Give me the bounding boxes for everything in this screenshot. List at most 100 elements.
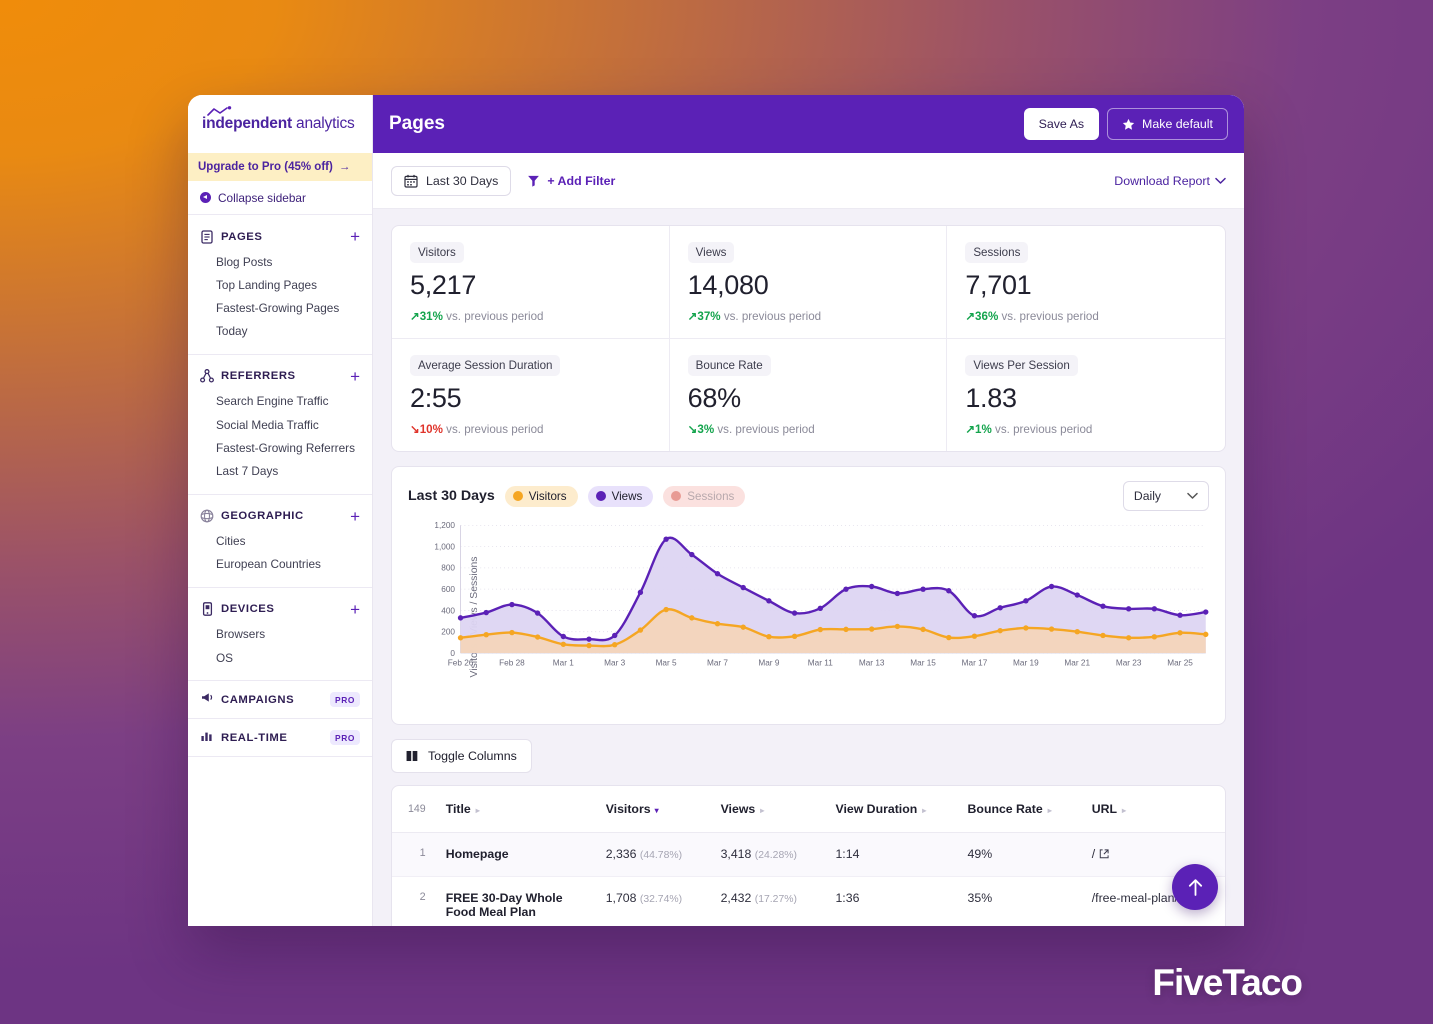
row-title[interactable]: Homepage	[435, 832, 596, 877]
sidebar-item-browsers[interactable]: Browsers	[188, 623, 372, 646]
sidebar-item-fastest-growing-referrers[interactable]: Fastest-Growing Referrers	[188, 436, 372, 459]
column-header-view-duration[interactable]: View Duration ▸	[825, 786, 958, 833]
chart-point[interactable]	[509, 601, 515, 608]
chart-point[interactable]	[612, 632, 618, 639]
column-header-url[interactable]: URL ▸	[1081, 786, 1225, 833]
sidebar-group-header-referrers[interactable]: REFERRERS +	[188, 365, 372, 390]
chart-point[interactable]	[1151, 606, 1158, 612]
chart-point[interactable]	[689, 615, 695, 621]
chart-point[interactable]	[817, 605, 823, 612]
chart-point[interactable]	[1048, 583, 1055, 590]
chart-point[interactable]	[1203, 631, 1209, 638]
add-devices-report-button[interactable]: +	[350, 601, 360, 618]
date-range-picker[interactable]: Last 30 Days	[391, 165, 512, 196]
sidebar-item-campaigns[interactable]: CAMPAIGNS PRO	[188, 681, 372, 720]
chart-point[interactable]	[1177, 612, 1183, 618]
sidebar-item-os[interactable]: OS	[188, 646, 372, 669]
chart-point[interactable]	[586, 642, 592, 649]
chart-point[interactable]	[1074, 629, 1080, 635]
chart-point[interactable]	[1125, 635, 1132, 641]
chart-point[interactable]	[689, 551, 695, 558]
sidebar-item-cities[interactable]: Cities	[188, 530, 372, 553]
chart-point[interactable]	[997, 627, 1003, 634]
table-row[interactable]: 1 Homepage 2,336 (44.78%) 3,418 (24.28%)…	[392, 832, 1225, 877]
external-link-icon[interactable]	[1099, 848, 1109, 862]
chart-point[interactable]	[946, 588, 952, 594]
chart-point[interactable]	[1125, 606, 1132, 612]
row-title[interactable]: FREE 30-Day Whole Food Meal Plan	[435, 876, 596, 926]
download-report-button[interactable]: Download Report	[1114, 174, 1226, 188]
app-logo[interactable]: independent analytics	[188, 95, 372, 153]
chart-point[interactable]	[791, 633, 798, 639]
chart-point[interactable]	[663, 606, 669, 613]
chart-point[interactable]	[740, 584, 746, 591]
legend-toggle-visitors[interactable]: Visitors	[504, 485, 578, 507]
scroll-to-top-button[interactable]	[1172, 864, 1218, 910]
chart-point[interactable]	[894, 623, 901, 630]
chart-point[interactable]	[714, 571, 721, 577]
sidebar-item-today[interactable]: Today	[188, 320, 372, 343]
sidebar-item-blog-posts[interactable]: Blog Posts	[188, 250, 372, 273]
sidebar-group-header-geographic[interactable]: GEOGRAPHIC +	[188, 505, 372, 530]
chart-point[interactable]	[483, 609, 489, 616]
chart-point[interactable]	[637, 589, 644, 596]
sidebar-item-top-landing-pages[interactable]: Top Landing Pages	[188, 273, 372, 296]
toggle-columns-button[interactable]: Toggle Columns	[391, 739, 532, 773]
sidebar-item-real-time[interactable]: REAL-TIME PRO	[188, 719, 372, 758]
sidebar-group-header-pages[interactable]: PAGES +	[188, 225, 372, 250]
chart-point[interactable]	[1177, 630, 1183, 636]
chart-point[interactable]	[1074, 592, 1080, 598]
sidebar-group-header-devices[interactable]: DEVICES +	[188, 598, 372, 623]
chart-point[interactable]	[560, 633, 567, 640]
chart-point[interactable]	[509, 629, 515, 636]
make-default-button[interactable]: Make default	[1107, 108, 1228, 140]
column-header-title[interactable]: Title ▸	[435, 786, 596, 833]
sidebar-item-search-engine-traffic[interactable]: Search Engine Traffic	[188, 390, 372, 413]
column-header-visitors[interactable]: Visitors ▾	[595, 786, 711, 833]
chart-point[interactable]	[637, 627, 644, 633]
chart-point[interactable]	[946, 634, 952, 641]
save-as-button[interactable]: Save As	[1023, 108, 1100, 140]
add-pages-report-button[interactable]: +	[350, 228, 360, 245]
chart-point[interactable]	[894, 590, 901, 597]
upgrade-to-pro-banner[interactable]: Upgrade to Pro (45% off) →	[188, 153, 372, 181]
chart-point[interactable]	[663, 536, 669, 542]
chart-point[interactable]	[1151, 634, 1158, 640]
chart-point[interactable]	[457, 615, 464, 621]
chart-point[interactable]	[843, 626, 849, 633]
add-geographic-report-button[interactable]: +	[350, 508, 360, 525]
chart-point[interactable]	[920, 586, 926, 592]
chart-point[interactable]	[766, 634, 772, 640]
chart-point[interactable]	[1100, 603, 1106, 609]
sidebar-item-fastest-growing-pages[interactable]: Fastest-Growing Pages	[188, 296, 372, 319]
chart-point[interactable]	[740, 624, 746, 630]
chart-point[interactable]	[1048, 626, 1055, 632]
add-referrers-report-button[interactable]: +	[350, 368, 360, 385]
chart-point[interactable]	[843, 586, 849, 592]
chart-point[interactable]	[534, 610, 541, 616]
sidebar-item-social-media-traffic[interactable]: Social Media Traffic	[188, 413, 372, 436]
collapse-sidebar-button[interactable]: Collapse sidebar	[188, 181, 372, 215]
chart-point[interactable]	[1023, 598, 1029, 604]
column-header-bounce-rate[interactable]: Bounce Rate ▸	[957, 786, 1082, 833]
sidebar-item-last-7-days[interactable]: Last 7 Days	[188, 459, 372, 482]
chart-point[interactable]	[483, 631, 489, 638]
chart-point[interactable]	[791, 610, 798, 616]
chart-point[interactable]	[920, 626, 926, 633]
chart-point[interactable]	[868, 626, 875, 632]
chart-point[interactable]	[766, 598, 772, 604]
table-row[interactable]: 2 FREE 30-Day Whole Food Meal Plan 1,708…	[392, 876, 1225, 926]
column-header-views[interactable]: Views ▸	[710, 786, 826, 833]
sidebar-item-european-countries[interactable]: European Countries	[188, 553, 372, 576]
chart-point[interactable]	[817, 626, 823, 633]
chart-point[interactable]	[586, 636, 592, 642]
chart-point[interactable]	[714, 621, 721, 627]
chart-point[interactable]	[971, 633, 978, 639]
scroll-area[interactable]: Visitors 5,217 ↗31% vs. previous period …	[373, 209, 1244, 926]
chart-point[interactable]	[1023, 625, 1029, 631]
legend-toggle-views[interactable]: Views	[587, 485, 654, 507]
legend-toggle-sessions[interactable]: Sessions	[663, 485, 746, 507]
chart-point[interactable]	[1100, 632, 1106, 639]
chart-point[interactable]	[1203, 609, 1209, 615]
chart-point[interactable]	[560, 641, 567, 647]
